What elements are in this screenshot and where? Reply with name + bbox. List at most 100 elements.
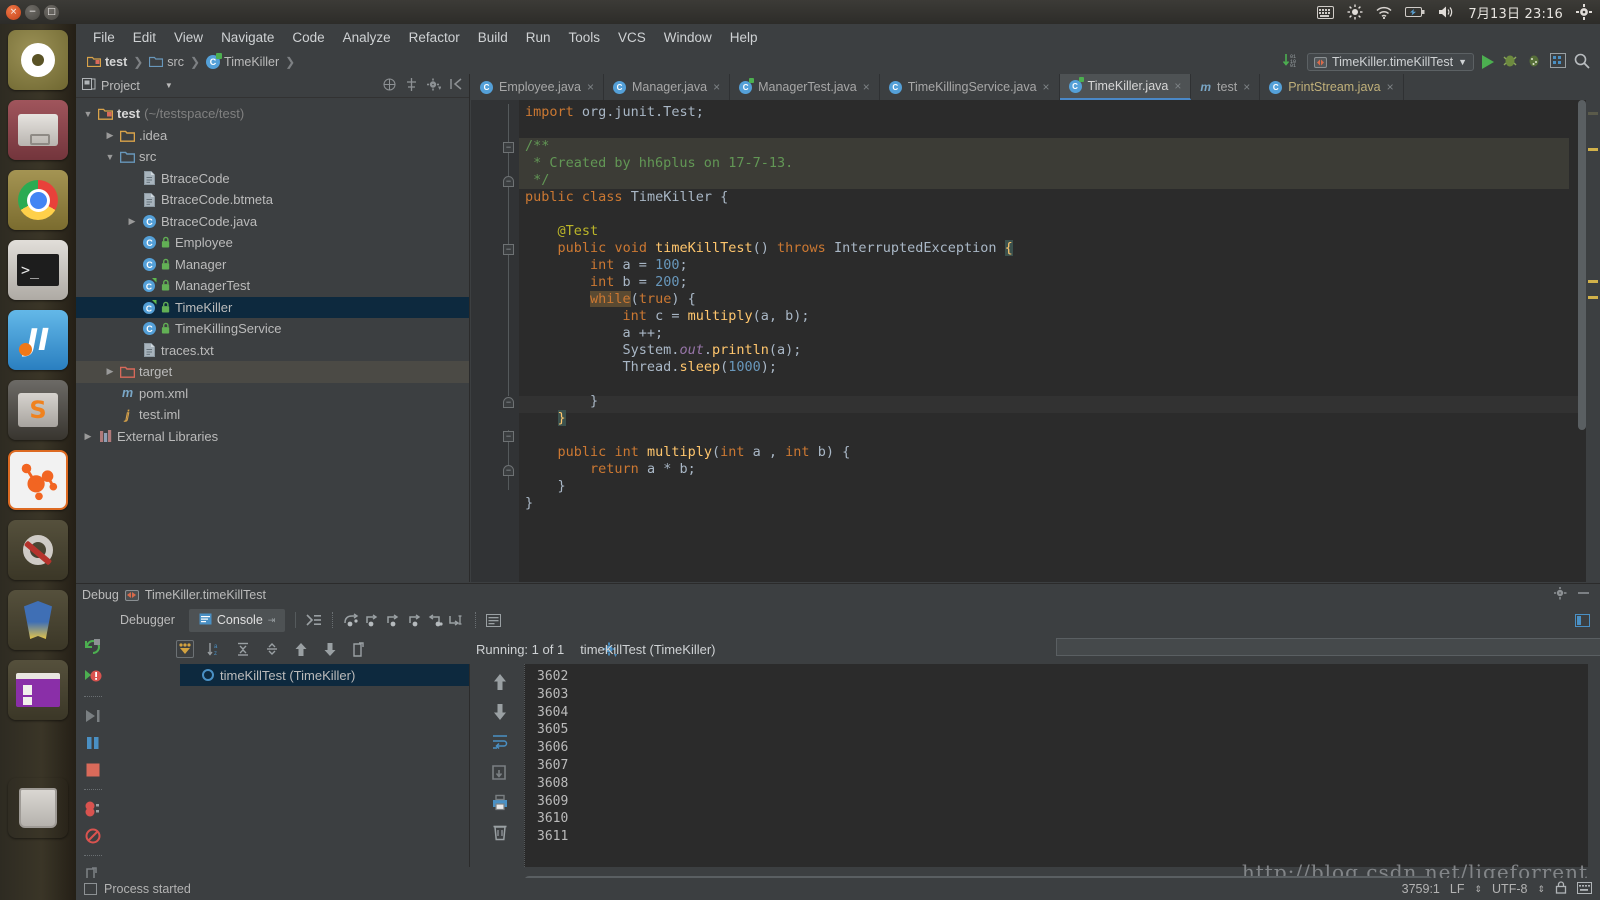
- fold-marker[interactable]: −: [503, 244, 514, 255]
- minimize-window-icon[interactable]: −: [25, 4, 40, 20]
- menu-navigate[interactable]: Navigate: [212, 27, 283, 48]
- fold-gutter[interactable]: − − − − − −: [499, 100, 519, 582]
- editor-tab-managertest-java[interactable]: C ManagerTest.java ×: [730, 74, 880, 100]
- resume-icon[interactable]: [84, 708, 102, 724]
- menu-run[interactable]: Run: [517, 27, 560, 48]
- close-icon[interactable]: ×: [863, 80, 870, 94]
- settings-icon[interactable]: ▾: [427, 78, 442, 94]
- breadcrumb-timekiller[interactable]: C TimeKiller: [203, 53, 282, 70]
- project-structure-icon[interactable]: [1550, 53, 1566, 71]
- tree-node-btracecode-java[interactable]: ▶ C BtraceCode.java: [76, 211, 469, 233]
- window-app-icon[interactable]: [8, 660, 68, 720]
- intellij-idea-icon[interactable]: JI: [8, 310, 68, 370]
- menu-tools[interactable]: Tools: [560, 27, 610, 48]
- print-icon[interactable]: [490, 792, 510, 812]
- chevron-down-icon[interactable]: ▼: [165, 81, 173, 90]
- breadcrumb-test[interactable]: test: [84, 54, 130, 71]
- view-breakpoints-icon[interactable]: [84, 801, 102, 817]
- tab-debugger[interactable]: Debugger: [110, 609, 185, 631]
- fold-marker[interactable]: −: [503, 465, 514, 476]
- menu-help[interactable]: Help: [721, 27, 767, 48]
- editor-tab-test[interactable]: m test ×: [1191, 74, 1261, 100]
- compile-icon[interactable]: 01 10 01: [1282, 53, 1299, 71]
- editor-tab-printstream-java[interactable]: C PrintStream.java ×: [1260, 74, 1404, 100]
- menu-window[interactable]: Window: [655, 27, 721, 48]
- editor-tabs[interactable]: C Employee.java × C Manager.java × C ManagerTes…: [471, 74, 1600, 100]
- sublime-text-icon[interactable]: S: [8, 380, 68, 440]
- fold-marker[interactable]: −: [503, 397, 514, 408]
- fold-marker[interactable]: −: [503, 176, 514, 187]
- hide-icon[interactable]: [1577, 587, 1590, 603]
- battery-icon[interactable]: [1405, 6, 1425, 18]
- up-icon[interactable]: [292, 640, 310, 658]
- close-icon[interactable]: ×: [1174, 79, 1181, 93]
- tree-node-managertest[interactable]: C ManagerTest: [76, 275, 469, 297]
- mute-icon[interactable]: [84, 828, 102, 844]
- tree-node-timekillingservice[interactable]: C TimeKillingService: [76, 318, 469, 340]
- chevron-updown-icon[interactable]: ⇕: [1474, 884, 1482, 895]
- tree-node-timekiller[interactable]: C TimeKiller: [76, 296, 469, 318]
- editor-tab-manager-java[interactable]: C Manager.java ×: [604, 74, 731, 100]
- run-to-cursor-icon[interactable]: [448, 613, 465, 627]
- tree-node--idea[interactable]: ▶ .idea: [76, 125, 469, 147]
- source-code[interactable]: import org.junit.Test; /** * Created by …: [519, 100, 1600, 582]
- collapse-icon[interactable]: [383, 78, 396, 94]
- close-icon[interactable]: ×: [1387, 80, 1394, 94]
- close-icon[interactable]: ×: [587, 80, 594, 94]
- tree-node-manager[interactable]: C Manager: [76, 254, 469, 276]
- scroll-down-icon[interactable]: [490, 702, 510, 722]
- collapse-icon[interactable]: [234, 640, 252, 658]
- settings-icon[interactable]: [1554, 587, 1567, 603]
- error-stripe[interactable]: [1586, 100, 1600, 582]
- copy-icon[interactable]: [350, 640, 368, 658]
- molecule-icon[interactable]: [8, 450, 68, 510]
- fold-marker[interactable]: −: [503, 142, 514, 153]
- lock-icon[interactable]: [1555, 881, 1567, 897]
- trash-icon[interactable]: [490, 822, 510, 842]
- step-into-icon[interactable]: [364, 613, 381, 627]
- tree-node-btracecode[interactable]: BtraceCode: [76, 168, 469, 190]
- pause-icon[interactable]: [84, 735, 102, 751]
- frame-row[interactable]: timeKillTest (TimeKiller): [180, 664, 469, 686]
- menu-code[interactable]: Code: [283, 27, 333, 48]
- menu-file[interactable]: File: [84, 27, 124, 48]
- clock[interactable]: 7月13日 23:16: [1468, 3, 1563, 22]
- wifi-icon[interactable]: [1376, 6, 1392, 19]
- ubuntu-dash-icon[interactable]: [8, 30, 68, 90]
- drop-frame-icon[interactable]: [427, 613, 444, 627]
- menu-refactor[interactable]: Refactor: [400, 27, 469, 48]
- tree-node-target[interactable]: ▶ target: [76, 361, 469, 383]
- hide-icon[interactable]: [450, 78, 463, 93]
- search-icon[interactable]: [1574, 53, 1590, 72]
- chevron-updown-icon-2[interactable]: ⇕: [1537, 884, 1545, 895]
- tree-node-external-libraries[interactable]: ▶ External Libraries: [76, 426, 469, 448]
- chevron-right-icon[interactable]: ▶: [82, 431, 94, 442]
- system-settings-icon[interactable]: [8, 520, 68, 580]
- mute-breakpoints-icon[interactable]: [84, 667, 102, 685]
- editor-vertical-scrollbar[interactable]: [1578, 100, 1586, 582]
- expand-icon[interactable]: [263, 640, 281, 658]
- step-out-icon[interactable]: [406, 613, 423, 627]
- chrome-icon[interactable]: [8, 170, 68, 230]
- step-over-icon[interactable]: [343, 613, 360, 627]
- keyboard-icon[interactable]: [1577, 881, 1592, 897]
- chevron-right-icon[interactable]: ▶: [104, 366, 116, 377]
- editor-tab-timekillingservice-java[interactable]: C TimeKillingService.java ×: [880, 74, 1060, 100]
- trash-icon[interactable]: [8, 778, 68, 838]
- terminal-icon[interactable]: >_: [8, 240, 68, 300]
- menu-build[interactable]: Build: [469, 27, 517, 48]
- caret-position[interactable]: 3759:1: [1402, 882, 1440, 896]
- chevron-down-icon[interactable]: ▼: [1458, 57, 1467, 67]
- project-tree[interactable]: ▼ test (~/testspace/test) ▶ .idea ▼ src Btrace…: [76, 99, 469, 582]
- editor-tab-timekiller-java[interactable]: C TimeKiller.java ×: [1059, 74, 1192, 100]
- volume-icon[interactable]: [1438, 5, 1455, 19]
- keyboard-icon[interactable]: [1317, 5, 1335, 19]
- files-icon[interactable]: [8, 100, 68, 160]
- project-panel-title-group[interactable]: Project ▼: [82, 77, 173, 94]
- chevron-right-icon[interactable]: ▶: [104, 130, 116, 141]
- rerun-icon[interactable]: [84, 638, 102, 656]
- tab-console[interactable]: Console ⇥: [188, 608, 286, 632]
- force-step-into-icon[interactable]: [385, 613, 402, 627]
- tree-node-src[interactable]: ▼ src: [76, 146, 469, 168]
- run-coverage-icon[interactable]: [1526, 53, 1542, 71]
